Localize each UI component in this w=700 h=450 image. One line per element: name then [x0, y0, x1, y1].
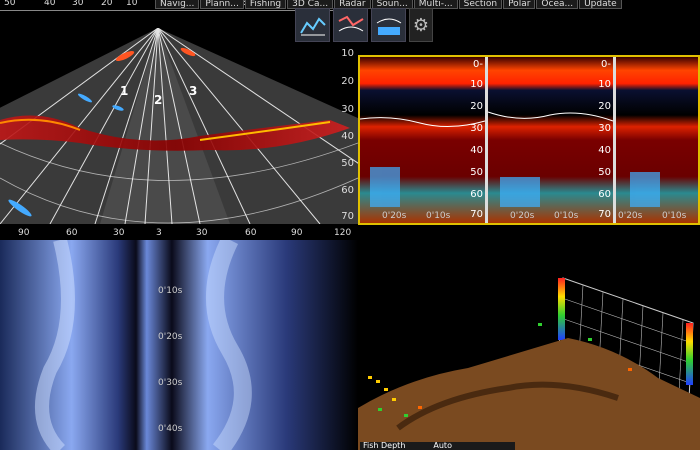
- echogram-panel[interactable]: 0- 10 20 30 40 50 60 70 0'20s 0'10s 0- 1…: [358, 55, 700, 225]
- echo-scale: 60: [598, 189, 611, 200]
- tab-section[interactable]: Section: [458, 0, 503, 9]
- echo-time: 0'10s: [426, 211, 451, 221]
- depth-label: 60: [341, 185, 354, 196]
- echo-scale: 40: [598, 145, 611, 156]
- tab-fishing[interactable]: Fishing: [244, 0, 287, 9]
- bottom-profile-icon[interactable]: [333, 8, 368, 42]
- 3d-seabed-graphic: [358, 228, 700, 450]
- side-tick: 90: [291, 228, 303, 238]
- ruler-tick: 50: [4, 0, 16, 8]
- echogram-3: 0'20s 0'10s: [616, 57, 698, 223]
- sector-sonar-view[interactable]: 1 2 3 10 20 30 40 50 60 70: [0, 28, 358, 224]
- echo-scale: 20: [598, 101, 611, 112]
- depth-label: 20: [341, 76, 354, 87]
- echo-time: 0'20s: [510, 211, 535, 221]
- echo-scale: 40: [470, 145, 483, 156]
- side-tick: 30: [196, 228, 208, 238]
- depth-label: 30: [341, 104, 354, 115]
- echo-scale: 10: [470, 79, 483, 90]
- echo-scale: 70: [470, 209, 483, 220]
- echo-scale: 30: [470, 123, 483, 134]
- echo-scale: 50: [598, 167, 611, 178]
- echo-time: 0'10s: [554, 211, 579, 221]
- auto-label[interactable]: Auto: [430, 442, 455, 450]
- sonar-chart-icon[interactable]: [295, 8, 330, 42]
- beam-label-1: 1: [120, 84, 129, 98]
- tab-update[interactable]: Update: [579, 0, 622, 9]
- echo-scale: 30: [598, 123, 611, 134]
- depth-label: 40: [341, 131, 354, 142]
- fish-depth-label: Fish Depth: [363, 441, 406, 450]
- echo-time: 0'20s: [382, 211, 407, 221]
- view-toolbar: ⚙: [295, 8, 433, 42]
- side-time: 0'10s: [158, 286, 183, 296]
- beam-label-2: 2: [154, 93, 163, 107]
- side-scan-graphic: [0, 240, 358, 450]
- depth-label: 50: [341, 158, 354, 169]
- ruler-tick: 40: [44, 0, 56, 8]
- depth-label: 70: [341, 211, 354, 222]
- ruler-tick: 20: [101, 0, 113, 8]
- side-tick: 90: [18, 228, 30, 238]
- settings-gear-icon[interactable]: ⚙: [409, 8, 433, 42]
- fish-depth-bar[interactable]: Fish Depth Auto: [360, 442, 515, 450]
- depth-label: 10: [341, 48, 354, 59]
- echo-scale: 0-: [473, 59, 483, 70]
- echo-scale: 50: [470, 167, 483, 178]
- side-scan-view[interactable]: 90 60 30 3 30 60 90 120 0'10s 0'20s 0'30…: [0, 228, 358, 450]
- tab-ocean[interactable]: Ocea...: [536, 0, 579, 9]
- beam-label-3: 3: [189, 84, 198, 98]
- side-time: 0'20s: [158, 332, 183, 342]
- side-tick: 30: [113, 228, 125, 238]
- depth-chart-icon[interactable]: [371, 8, 406, 42]
- echogram-2: 0- 10 20 30 40 50 60 70 0'20s 0'10s: [488, 57, 613, 223]
- echo-scale: 10: [598, 79, 611, 90]
- side-tick: 120: [334, 228, 352, 238]
- echo-time: 0'10s: [662, 211, 687, 221]
- tab-planning[interactable]: Plann...: [200, 0, 244, 9]
- side-tick: 60: [66, 228, 78, 238]
- ruler-tick: 10: [126, 0, 138, 8]
- side-tick: 60: [245, 228, 257, 238]
- side-time: 0'40s: [158, 424, 183, 434]
- echo-scale: 20: [470, 101, 483, 112]
- tab-polar[interactable]: Polar: [503, 0, 536, 9]
- echo-scale: 70: [598, 209, 611, 220]
- ruler-tick: 30: [72, 0, 84, 8]
- sector-fan-graphic: [0, 28, 358, 224]
- 3d-seabed-view[interactable]: [358, 228, 700, 450]
- echo-time: 0'20s: [618, 211, 643, 221]
- side-tick: 3: [156, 228, 162, 238]
- echo-scale: 60: [470, 189, 483, 200]
- tab-navigation[interactable]: Navig...: [155, 0, 200, 9]
- echogram-1: 0- 10 20 30 40 50 60 70 0'20s 0'10s: [360, 57, 485, 223]
- side-time: 0'30s: [158, 378, 183, 388]
- echo-scale: 0-: [601, 59, 611, 70]
- top-tab-menu: Navig... Plann... Fishing 3D Ca... Radar…: [155, 0, 700, 9]
